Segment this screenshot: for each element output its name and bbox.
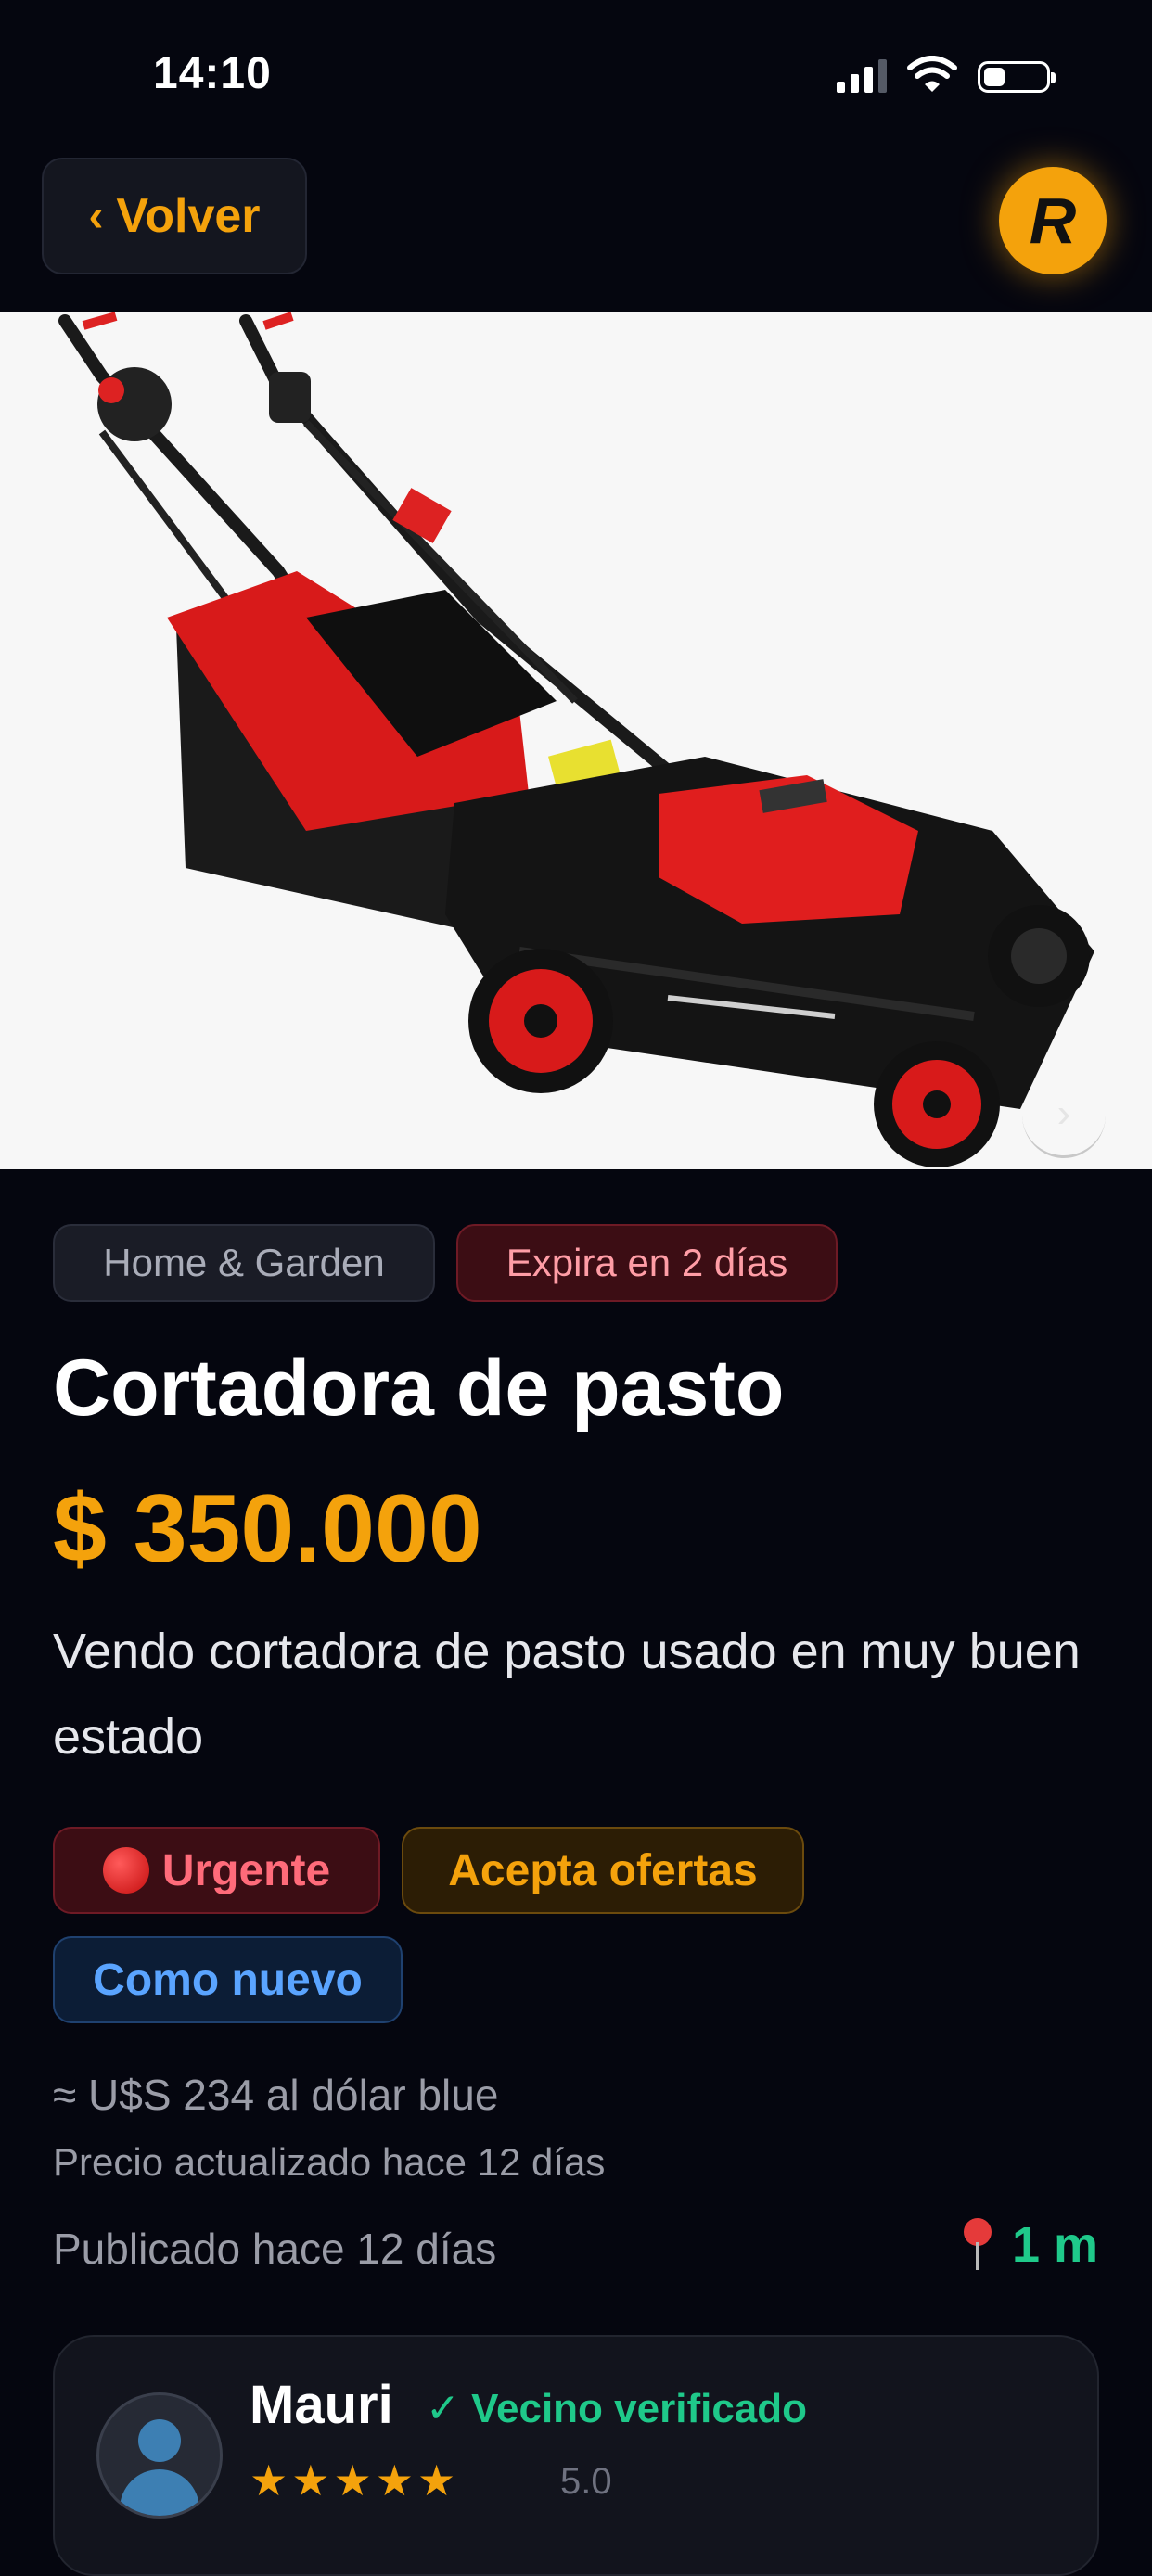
- category-tag[interactable]: Home & Garden: [53, 1224, 435, 1302]
- status-bar: 14:10: [0, 0, 1152, 148]
- avatar-shoulders: [120, 2469, 199, 2516]
- urgent-badge: Urgente: [53, 1827, 380, 1914]
- distance-indicator: 1 m: [962, 2216, 1098, 2274]
- seller-avatar: [96, 2392, 223, 2519]
- product-image: [58, 312, 1094, 1167]
- product-description: Vendo cortadora de pasto usado en muy bu…: [53, 1624, 1081, 1765]
- back-label: Volver: [116, 189, 261, 243]
- back-button[interactable]: ‹ Volver: [42, 158, 307, 274]
- status-time: 14:10: [153, 49, 272, 98]
- seller-name: Mauri: [250, 2375, 393, 2435]
- rating-stars: ★★★★★: [250, 2456, 460, 2505]
- product-image-gallery[interactable]: ›: [0, 312, 1152, 1169]
- rating-value: 5.0: [560, 2461, 612, 2502]
- pin-icon: [962, 2218, 993, 2272]
- condition-badge: Como nuevo: [53, 1936, 403, 2023]
- battery-fill: [984, 68, 1005, 86]
- next-image-button[interactable]: ›: [1022, 1072, 1106, 1158]
- app-logo-button[interactable]: R: [999, 167, 1107, 274]
- distance-value: 1 m: [1011, 2217, 1098, 2273]
- expiry-tag: Expira en 2 días: [456, 1224, 838, 1302]
- product-title: Cortadora de pasto: [53, 1344, 785, 1433]
- red-circle-icon: [102, 1847, 149, 1894]
- status-icons: [837, 56, 1056, 93]
- published-text: Publicado hace 12 días: [53, 2225, 497, 2273]
- chevron-left-icon: ‹: [88, 191, 104, 241]
- accepts-offers-badge: Acepta ofertas: [402, 1827, 804, 1914]
- wifi-icon: [907, 56, 957, 92]
- avatar-head: [138, 2419, 181, 2462]
- product-price: $ 350.000: [53, 1475, 482, 1583]
- urgent-label: Urgente: [161, 1845, 331, 1895]
- battery-icon: [978, 61, 1056, 93]
- signal-icon: [837, 59, 887, 93]
- verified-badge: ✓ Vecino verificado: [426, 2386, 808, 2431]
- seller-card[interactable]: Mauri ✓ Vecino verificado ★★★★★ 5.0: [53, 2335, 1099, 2576]
- usd-price-text: ≈ U$S 234 al dólar blue: [53, 2071, 499, 2119]
- price-updated-text: Precio actualizado hace 12 días: [53, 2140, 606, 2184]
